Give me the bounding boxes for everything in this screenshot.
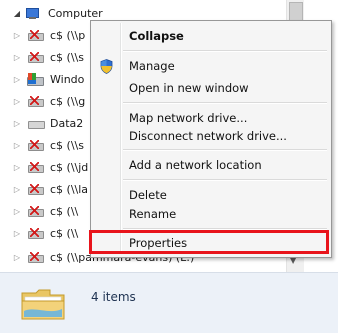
menu-separator	[123, 102, 327, 104]
menu-item-open-new-window[interactable]: Open in new window	[129, 79, 249, 97]
windows-drive-icon	[26, 72, 46, 86]
tree-item-label: Computer	[48, 6, 103, 20]
tree-item-label: c$ (\\	[50, 204, 79, 218]
tree-item-label: Windo	[50, 72, 85, 86]
menu-separator	[123, 179, 327, 181]
collapsed-arrow-icon[interactable]: ▷	[12, 141, 22, 150]
collapsed-arrow-icon[interactable]: ▷	[12, 53, 22, 62]
menu-item-disconnect-network-drive[interactable]: Disconnect network drive...	[129, 127, 287, 145]
properties-highlight-box	[89, 230, 329, 254]
tree-item-label: c$ (\\s	[50, 50, 84, 64]
menu-icon-gutter	[120, 23, 122, 253]
network-drive-disconnected-icon	[26, 28, 46, 42]
computer-icon	[24, 6, 44, 20]
details-pane: 4 items	[0, 272, 338, 333]
tree-item-label: c$ (\\p	[50, 28, 86, 42]
collapsed-arrow-icon[interactable]: ▷	[12, 229, 22, 238]
tree-item-label: c$ (\\g	[50, 94, 86, 108]
menu-separator	[123, 50, 327, 52]
collapsed-arrow-icon[interactable]: ▷	[12, 185, 22, 194]
collapsed-arrow-icon[interactable]: ▷	[12, 31, 22, 40]
menu-item-delete[interactable]: Delete	[129, 186, 167, 204]
network-drive-disconnected-icon	[26, 160, 46, 174]
collapsed-arrow-icon[interactable]: ▷	[12, 163, 22, 172]
network-drive-disconnected-icon	[26, 182, 46, 196]
network-drive-disconnected-icon	[26, 50, 46, 64]
folder-icon	[21, 289, 65, 320]
network-drive-disconnected-icon	[26, 204, 46, 218]
menu-item-manage[interactable]: Manage	[129, 57, 175, 75]
tree-item-label: c$ (\\jd	[50, 160, 89, 174]
collapsed-arrow-icon[interactable]: ▷	[12, 119, 22, 128]
collapsed-arrow-icon[interactable]: ▷	[12, 253, 22, 262]
menu-separator	[123, 149, 327, 151]
menu-item-add-network-location[interactable]: Add a network location	[129, 156, 262, 174]
collapsed-arrow-icon[interactable]: ▷	[12, 207, 22, 216]
menu-item-collapse[interactable]: Collapse	[129, 27, 184, 45]
collapsed-arrow-icon[interactable]: ▷	[12, 97, 22, 106]
network-drive-disconnected-icon	[26, 94, 46, 108]
network-drive-disconnected-icon	[26, 138, 46, 152]
collapsed-arrow-icon[interactable]: ▷	[12, 75, 22, 84]
tree-item-label: c$ (\\s	[50, 138, 84, 152]
tree-item-label: c$ (\\la	[50, 182, 89, 196]
tree-item-label: Data2	[50, 116, 84, 130]
network-drive-disconnected-icon	[26, 250, 46, 264]
menu-item-map-network-drive[interactable]: Map network drive...	[129, 109, 247, 127]
tree-item-label: c$ (\\	[50, 226, 79, 240]
expanded-arrow-icon[interactable]: ◢	[12, 9, 22, 18]
drive-icon	[26, 116, 46, 130]
context-menu: Collapse Manage Open in new window Map n…	[90, 20, 332, 258]
menu-item-rename[interactable]: Rename	[129, 205, 176, 223]
item-count: 4 items	[91, 290, 136, 304]
uac-shield-icon	[100, 59, 113, 74]
network-drive-disconnected-icon	[26, 226, 46, 240]
